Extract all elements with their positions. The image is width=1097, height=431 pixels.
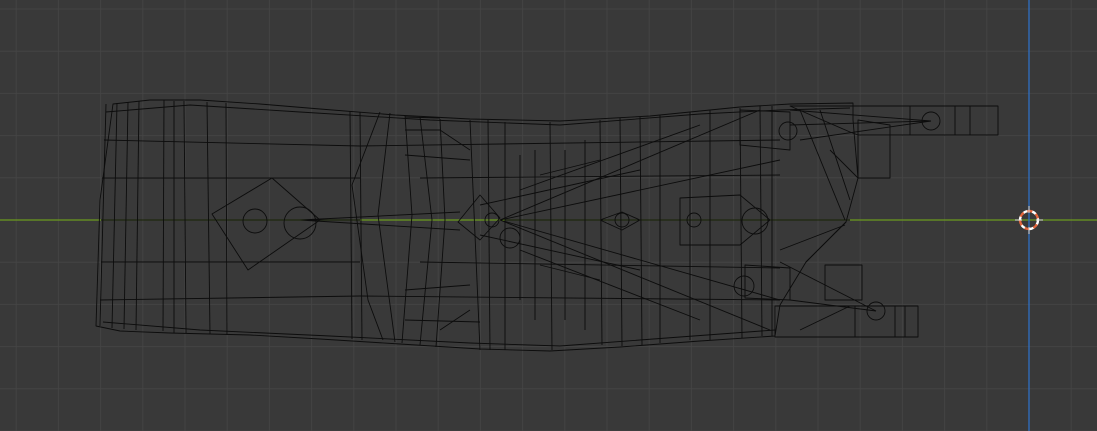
3d-viewport[interactable] <box>0 0 1097 431</box>
viewport-background <box>0 0 1097 431</box>
